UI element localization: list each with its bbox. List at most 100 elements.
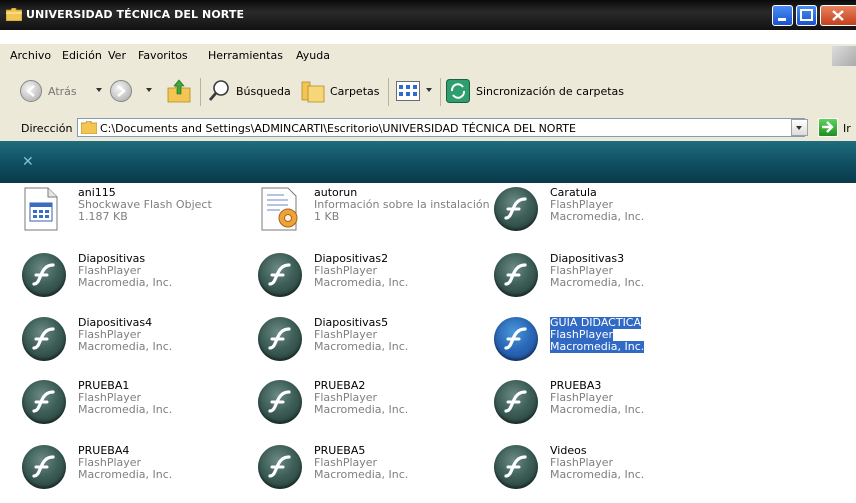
folders-icon xyxy=(301,81,325,103)
file-item[interactable]: GUIA DIDACTICA FlashPlayer Macromedia, Inc… xyxy=(494,317,730,379)
forward-arrow-icon xyxy=(110,80,132,102)
file-meta: Macromedia, Inc. xyxy=(78,276,173,289)
search-button[interactable]: Búsqueda xyxy=(206,68,298,115)
back-button[interactable]: Atrás xyxy=(20,68,110,115)
file-item[interactable]: Diapositivas3 FlashPlayer Macromedia, Inc. xyxy=(494,253,730,315)
flash-object-icon[interactable] xyxy=(22,187,66,231)
menu-ver[interactable]: Ver xyxy=(108,49,126,62)
forward-dropdown-icon[interactable] xyxy=(146,88,152,92)
address-label: Dirección xyxy=(21,122,73,135)
flashplayer-icon[interactable] xyxy=(22,253,66,297)
menu-edicion[interactable]: Edición xyxy=(62,49,102,62)
go-button[interactable] xyxy=(818,118,838,137)
file-item[interactable]: Diapositivas FlashPlayer Macromedia, Inc. xyxy=(22,253,258,315)
file-meta: 1.187 KB xyxy=(78,210,128,223)
title-bar[interactable]: UNIVERSIDAD TÉCNICA DEL NORTE xyxy=(0,0,856,30)
menu-archivo[interactable]: Archivo xyxy=(10,49,51,62)
window-title: UNIVERSIDAD TÉCNICA DEL NORTE xyxy=(26,8,245,21)
forward-button[interactable] xyxy=(110,68,160,115)
toolbar-separator xyxy=(388,78,389,106)
file-item[interactable]: PRUEBA2 FlashPlayer Macromedia, Inc. xyxy=(258,380,494,442)
toolbar-separator xyxy=(200,78,201,106)
views-button[interactable] xyxy=(396,68,440,115)
file-meta: Macromedia, Inc. xyxy=(550,210,645,223)
flashplayer-icon[interactable] xyxy=(258,380,302,424)
maximize-button[interactable] xyxy=(796,5,817,26)
up-folder-icon xyxy=(167,79,191,103)
menu-ayuda[interactable]: Ayuda xyxy=(296,49,330,62)
minimize-icon xyxy=(778,18,786,21)
close-icon xyxy=(832,10,844,21)
sync-label: Sincronización de carpetas xyxy=(476,85,625,98)
file-meta: Macromedia, Inc. xyxy=(78,468,173,481)
banner-close-icon[interactable]: ✕ xyxy=(22,154,34,170)
file-meta: Macromedia, Inc. xyxy=(314,340,409,353)
flashplayer-icon[interactable] xyxy=(494,317,538,361)
minimize-button[interactable] xyxy=(772,5,793,26)
address-input[interactable]: C:\Documents and Settings\ADMINCARTI\Esc… xyxy=(77,118,805,137)
file-meta: Macromedia, Inc. xyxy=(78,340,173,353)
file-item[interactable]: autorun Información sobre la instalación 1… xyxy=(258,187,494,249)
file-meta: Macromedia, Inc. xyxy=(550,468,645,481)
file-meta: Macromedia, Inc. xyxy=(550,403,645,416)
file-meta: Macromedia, Inc. xyxy=(550,340,645,353)
sync-folders-button[interactable]: Sincronización de carpetas xyxy=(446,68,626,115)
flashplayer-icon[interactable] xyxy=(258,445,302,489)
menu-herramientas[interactable]: Herramientas xyxy=(208,49,283,62)
flashplayer-icon[interactable] xyxy=(494,187,538,231)
file-meta: Macromedia, Inc. xyxy=(314,403,409,416)
flashplayer-icon[interactable] xyxy=(494,445,538,489)
address-dropdown-button[interactable] xyxy=(791,119,808,136)
windows-logo-icon xyxy=(832,46,856,66)
back-dropdown-icon[interactable] xyxy=(96,88,102,92)
file-item[interactable]: PRUEBA1 FlashPlayer Macromedia, Inc. xyxy=(22,380,258,442)
folder-icon xyxy=(81,121,97,134)
folders-label: Carpetas xyxy=(330,85,380,98)
flashplayer-icon[interactable] xyxy=(22,380,66,424)
file-meta: Macromedia, Inc. xyxy=(78,403,173,416)
file-item[interactable]: PRUEBA5 FlashPlayer Macromedia, Inc. xyxy=(258,445,494,503)
flashplayer-icon[interactable] xyxy=(494,380,538,424)
maximize-icon xyxy=(800,9,813,21)
header-banner: ✕ xyxy=(0,141,856,183)
go-label[interactable]: Ir xyxy=(843,122,851,135)
file-item[interactable]: Diapositivas5 FlashPlayer Macromedia, Inc. xyxy=(258,317,494,379)
search-icon xyxy=(208,80,229,101)
file-item[interactable]: PRUEBA4 FlashPlayer Macromedia, Inc. xyxy=(22,445,258,503)
views-dropdown-icon xyxy=(426,88,432,92)
file-meta: Macromedia, Inc. xyxy=(314,468,409,481)
chevron-down-icon xyxy=(796,126,802,130)
folder-icon xyxy=(6,8,22,21)
file-item[interactable]: Diapositivas4 FlashPlayer Macromedia, Inc. xyxy=(22,317,258,379)
menu-favoritos[interactable]: Favoritos xyxy=(138,49,188,62)
back-label: Atrás xyxy=(48,85,77,98)
search-label: Búsqueda xyxy=(236,85,291,98)
flashplayer-icon[interactable] xyxy=(494,253,538,297)
file-meta: Macromedia, Inc. xyxy=(314,276,409,289)
close-button[interactable] xyxy=(820,5,856,26)
file-meta: Macromedia, Inc. xyxy=(550,276,645,289)
file-list: ani115 Shockwave Flash Object 1.187 KB auto… xyxy=(0,183,856,503)
address-path: C:\Documents and Settings\ADMINCARTI\Esc… xyxy=(100,122,576,135)
setup-info-icon[interactable] xyxy=(258,187,302,231)
flashplayer-icon[interactable] xyxy=(258,253,302,297)
up-folder-button[interactable] xyxy=(164,68,194,115)
toolbar-separator xyxy=(440,78,441,106)
back-arrow-icon xyxy=(20,80,42,102)
flashplayer-icon[interactable] xyxy=(258,317,302,361)
file-type: Información sobre la instalación xyxy=(314,198,490,211)
views-icon xyxy=(396,81,420,101)
file-item[interactable]: ani115 Shockwave Flash Object 1.187 KB xyxy=(22,187,258,249)
flashplayer-icon[interactable] xyxy=(22,317,66,361)
sync-icon xyxy=(446,79,470,103)
file-item[interactable]: Videos FlashPlayer Macromedia, Inc. xyxy=(494,445,730,503)
address-bar: Dirección C:\Documents and Settings\ADMI… xyxy=(0,115,856,142)
toolbar: Atrás Búsqueda Carpetas Sincronización d… xyxy=(0,68,856,116)
file-item[interactable]: PRUEBA3 FlashPlayer Macromedia, Inc. xyxy=(494,380,730,442)
file-item[interactable]: Diapositivas2 FlashPlayer Macromedia, Inc. xyxy=(258,253,494,315)
menu-bar: Archivo Edición Ver Favoritos Herramient… xyxy=(0,44,856,69)
folders-button[interactable]: Carpetas xyxy=(298,68,384,115)
file-meta: 1 KB xyxy=(314,210,340,223)
file-item[interactable]: Caratula FlashPlayer Macromedia, Inc. xyxy=(494,187,730,249)
flashplayer-icon[interactable] xyxy=(22,445,66,489)
